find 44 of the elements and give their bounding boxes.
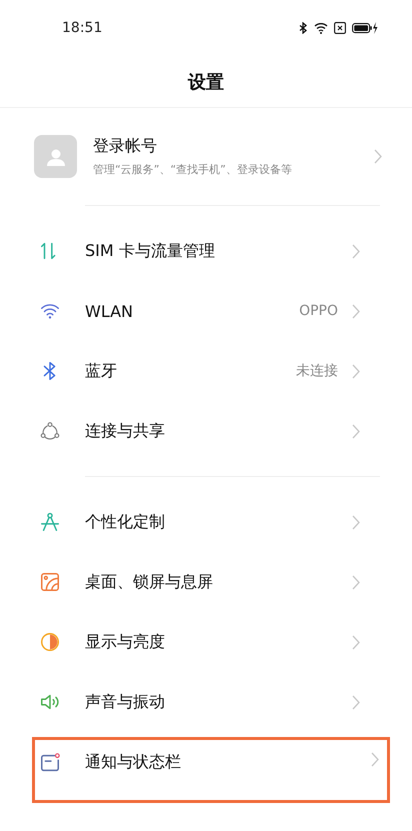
settings-row[interactable]: 桌面、锁屏与息屏 bbox=[0, 552, 390, 612]
notification-window-icon bbox=[39, 752, 61, 774]
settings-label: WLAN bbox=[85, 302, 134, 320]
chevron-icon bbox=[352, 424, 360, 438]
battery-charging-icon bbox=[352, 22, 378, 34]
contrast-icon bbox=[39, 631, 61, 653]
settings-label: 声音与振动 bbox=[85, 692, 166, 712]
chevron-icon bbox=[352, 694, 360, 710]
settings-label: 通知与状态栏 bbox=[85, 752, 182, 773]
sim-off-icon bbox=[334, 22, 346, 34]
chevron-icon bbox=[352, 634, 360, 650]
settings-label: 桌面、锁屏与息屏 bbox=[85, 572, 214, 592]
settings-row[interactable]: 蓝牙 未连接 bbox=[0, 341, 390, 401]
status-time: 18:51 bbox=[62, 20, 102, 36]
chevron-icon bbox=[374, 149, 382, 164]
account-name[interactable]: 登录帐号 bbox=[93, 136, 374, 157]
settings-value: 未连接 bbox=[296, 362, 338, 380]
settings-row[interactable]: 连接与共享 bbox=[0, 401, 390, 461]
compass-icon bbox=[39, 511, 61, 533]
settings-label: 个性化定制 bbox=[85, 512, 166, 532]
chevron-icon bbox=[352, 244, 360, 258]
settings-row[interactable]: SIM 卡与流量管理 bbox=[0, 221, 390, 281]
highlighted-settings-row[interactable]: 通知与状态栏 bbox=[32, 737, 390, 803]
settings-row[interactable]: 显示与亮度 bbox=[0, 612, 390, 672]
chevron-icon bbox=[352, 304, 360, 318]
chevron-icon bbox=[352, 514, 360, 530]
settings-label: 连接与共享 bbox=[85, 420, 166, 442]
chevron-icon bbox=[352, 574, 360, 590]
wallpaper-icon bbox=[39, 571, 61, 593]
share-nodes-icon bbox=[39, 420, 61, 442]
bluetooth-icon bbox=[299, 22, 308, 34]
chevron-icon bbox=[352, 364, 360, 378]
settings-label: SIM 卡与流量管理 bbox=[85, 240, 216, 262]
settings-value: OPPO bbox=[299, 303, 338, 319]
account-subtitle: 管理“云服务”、“查找手机”、登录设备等 bbox=[93, 162, 293, 177]
settings-label: 蓝牙 bbox=[85, 360, 118, 382]
avatar-icon[interactable] bbox=[34, 135, 77, 178]
settings-row[interactable]: 声音与振动 bbox=[0, 672, 390, 732]
page-title: 设置 bbox=[0, 56, 412, 108]
wifi-icon bbox=[314, 22, 328, 34]
settings-label: 显示与亮度 bbox=[85, 632, 166, 652]
settings-row[interactable]: WLAN OPPO bbox=[0, 281, 390, 341]
settings-row[interactable]: 个性化定制 bbox=[0, 492, 390, 552]
chevron-icon bbox=[371, 752, 379, 767]
